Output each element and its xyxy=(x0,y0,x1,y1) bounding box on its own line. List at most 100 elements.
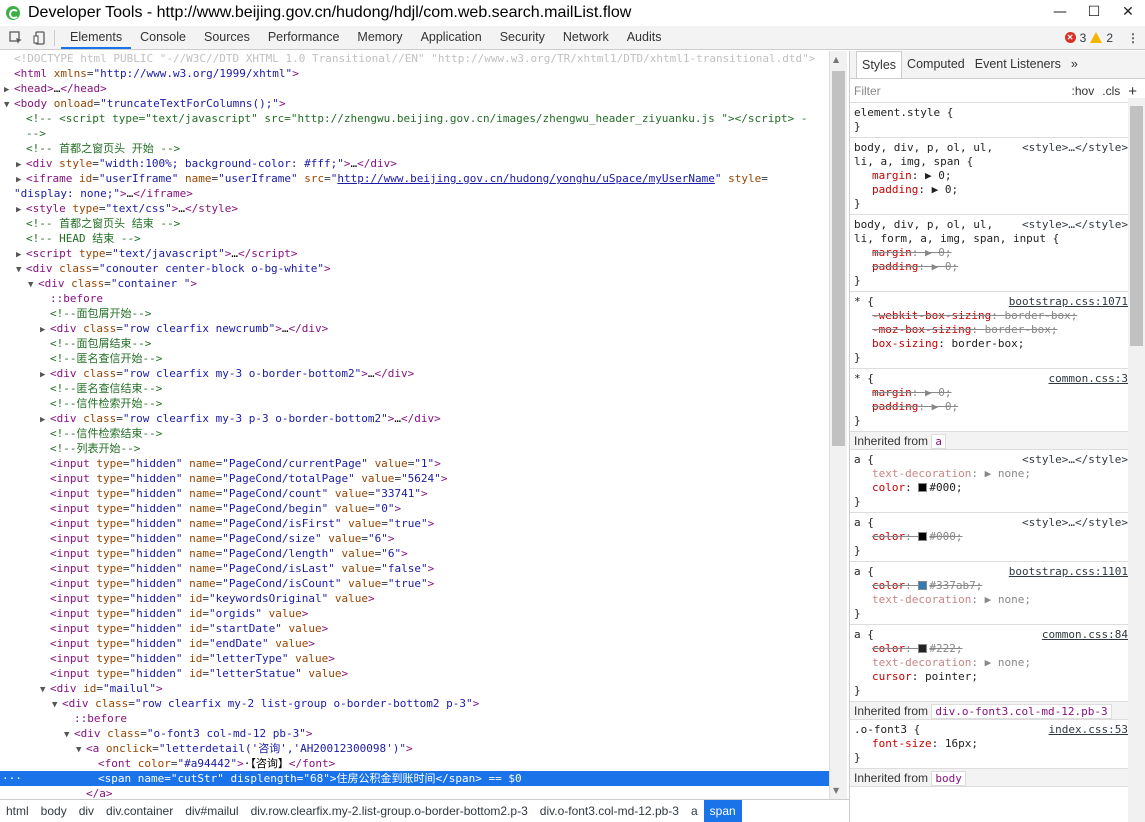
warning-icon[interactable] xyxy=(1090,32,1103,43)
dom-node[interactable]: ▼ <div class="conouter center-block o-bg-… xyxy=(0,261,829,276)
scrollbar-thumb[interactable] xyxy=(832,71,845,446)
dom-node[interactable]: <!--列表开始--> xyxy=(0,441,829,456)
style-declaration[interactable]: padding: ▶ 0; xyxy=(854,260,1124,274)
rule-source-link[interactable]: common.css:3 xyxy=(1049,372,1128,385)
dom-node[interactable]: <!--面包屑结束--> xyxy=(0,336,829,351)
dom-node[interactable]: <font color="#a94442">·【咨询】</font> xyxy=(0,756,829,771)
style-rule[interactable]: a {common.css:84 color: #222; text-decorat… xyxy=(850,625,1128,702)
tab-styles[interactable]: Styles xyxy=(856,51,903,78)
dom-node[interactable]: ::before xyxy=(0,711,829,726)
node-actions-icon[interactable]: ··· xyxy=(2,771,22,786)
breadcrumb-item[interactable]: span xyxy=(703,800,742,822)
style-declaration[interactable]: color: #000; xyxy=(854,481,1124,495)
dom-node[interactable]: <!-- 首都之窗页头 开始 --> xyxy=(0,141,829,156)
dom-node[interactable]: <!-- HEAD 结束 --> xyxy=(0,231,829,246)
dom-node[interactable]: <input type="hidden" name="PageCond/begi… xyxy=(0,501,829,516)
dom-node[interactable]: ▼ <div class="o-font3 col-md-12 pb-3"> xyxy=(0,726,829,741)
breadcrumb-item[interactable]: body xyxy=(35,800,73,822)
dom-node[interactable]: <input type="hidden" name="PageCond/isLa… xyxy=(0,561,829,576)
dom-node[interactable]: ▼ <div id="mailul"> xyxy=(0,681,829,696)
breadcrumb-item[interactable]: html xyxy=(0,800,35,822)
dom-node[interactable]: <input type="hidden" id="endDate" value> xyxy=(0,636,829,651)
dom-node[interactable]: <input type="hidden" id="letterType" val… xyxy=(0,651,829,666)
inherited-from-link[interactable]: a xyxy=(931,434,946,449)
dom-node[interactable]: ▶ <div class="row clearfix my-3 p-3 o-bor… xyxy=(0,411,829,426)
dom-node[interactable]: "display: none;">…</iframe> xyxy=(0,186,829,201)
style-rule[interactable]: a {bootstrap.css:1101 color: #337ab7; text… xyxy=(850,562,1128,625)
style-declaration[interactable]: -webkit-box-sizing: border-box; xyxy=(854,309,1124,323)
style-declaration[interactable]: -moz-box-sizing: border-box; xyxy=(854,323,1124,337)
rule-source-link[interactable]: common.css:84 xyxy=(1042,628,1128,641)
dom-node[interactable]: <input type="hidden" id="keywordsOrigina… xyxy=(0,591,829,606)
breadcrumb-item[interactable]: a xyxy=(685,800,704,822)
style-declaration[interactable]: font-size: 16px; xyxy=(854,737,1124,751)
dom-node[interactable]: <input type="hidden" name="PageCond/tota… xyxy=(0,471,829,486)
dom-node[interactable]: <input type="hidden" name="PageCond/coun… xyxy=(0,486,829,501)
tab-sources[interactable]: Sources xyxy=(195,26,259,49)
tab-application[interactable]: Application xyxy=(412,26,491,49)
tab-console[interactable]: Console xyxy=(131,26,195,49)
style-rule[interactable]: .o-font3 {index.css:53 font-size: 16px;} xyxy=(850,720,1128,769)
inherited-from-link[interactable]: body xyxy=(931,771,966,786)
dom-node[interactable]: <input type="hidden" name="PageCond/leng… xyxy=(0,546,829,561)
style-declaration[interactable]: color: #222; xyxy=(854,642,1124,656)
dom-node[interactable]: ▶ <iframe id="userIframe" name="userIfram… xyxy=(0,171,829,186)
rule-source-link[interactable]: <style>…</style> xyxy=(1022,218,1128,231)
style-declaration[interactable]: text-decoration: ▶ none; xyxy=(854,656,1124,670)
dom-node[interactable]: <input type="hidden" id="letterStatue" v… xyxy=(0,666,829,681)
dom-node[interactable]: ▶ <script type="text/javascript">…</scrip… xyxy=(0,246,829,261)
dom-node[interactable]: ▼ <a onclick="letterdetail('咨询','AH200123… xyxy=(0,741,829,756)
warning-count[interactable]: 2 xyxy=(1106,31,1113,45)
dom-node[interactable]: <input type="hidden" name="PageCond/isFi… xyxy=(0,516,829,531)
device-toolbar-icon[interactable] xyxy=(32,30,48,46)
style-declaration[interactable]: padding: ▶ 0; xyxy=(854,183,1124,197)
style-declaration[interactable]: cursor: pointer; xyxy=(854,670,1124,684)
dom-node[interactable]: <!-- 首都之窗页头 结束 --> xyxy=(0,216,829,231)
breadcrumb-item[interactable]: div xyxy=(73,800,100,822)
dom-node[interactable]: <input type="hidden" name="PageCond/curr… xyxy=(0,456,829,471)
style-declaration[interactable]: text-decoration: ▶ none; xyxy=(854,593,1124,607)
minimize-button[interactable]: — xyxy=(1043,0,1077,24)
style-declaration[interactable]: padding: ▶ 0; xyxy=(854,400,1124,414)
dom-node[interactable]: <!DOCTYPE html PUBLIC "-//W3C//DTD XHTML… xyxy=(0,51,829,66)
rule-source-link[interactable]: <style>…</style> xyxy=(1022,516,1128,529)
color-swatch[interactable] xyxy=(918,581,928,590)
scroll-down-icon[interactable]: ▼ xyxy=(833,786,839,795)
style-rule[interactable]: body, div, p, ol, ul, li, a, img, span {<… xyxy=(850,138,1128,215)
dom-node[interactable]: ▶ <div class="row clearfix newcrumb">…</d… xyxy=(0,321,829,336)
dom-node[interactable]: ▼ <div class="container "> xyxy=(0,276,829,291)
breadcrumb-item[interactable]: div.container xyxy=(100,800,179,822)
tab-memory[interactable]: Memory xyxy=(348,26,411,49)
rule-source-link[interactable]: index.css:53 xyxy=(1049,723,1128,736)
dom-node[interactable]: <!--信件检索结束--> xyxy=(0,426,829,441)
hover-state-toggle[interactable]: :hov xyxy=(1072,84,1095,98)
color-swatch[interactable] xyxy=(918,532,928,541)
dom-node[interactable]: ::before xyxy=(0,291,829,306)
dom-node[interactable]: ▼ <body onload="truncateTextForColumns();… xyxy=(0,96,829,111)
dom-node[interactable]: </a> xyxy=(0,786,829,799)
dom-node[interactable]: ▶ <style type="text/css">…</style> xyxy=(0,201,829,216)
style-rule[interactable]: element.style {} xyxy=(850,103,1128,138)
tab-computed[interactable]: Computed xyxy=(902,51,970,78)
dom-node[interactable]: <!--匿名查信开始--> xyxy=(0,351,829,366)
style-declaration[interactable]: box-sizing: border-box; xyxy=(854,337,1124,351)
elements-scrollbar[interactable]: ▲ ▼ xyxy=(829,51,847,799)
dom-node[interactable]: <html xmlns="http://www.w3.org/1999/xhtm… xyxy=(0,66,829,81)
dom-node[interactable]: <input type="hidden" name="PageCond/isCo… xyxy=(0,576,829,591)
style-declaration[interactable]: margin: ▶ 0; xyxy=(854,386,1124,400)
style-declaration[interactable]: margin: ▶ 0; xyxy=(854,169,1124,183)
style-rule[interactable]: * {common.css:3 margin: ▶ 0; padding: ▶ 0;… xyxy=(850,369,1128,432)
tab-network[interactable]: Network xyxy=(554,26,618,49)
tab-security[interactable]: Security xyxy=(491,26,554,49)
tab-elements[interactable]: Elements xyxy=(61,26,132,49)
breadcrumb-item[interactable]: div#mailul xyxy=(179,800,244,822)
dom-node[interactable]: --> xyxy=(0,126,829,141)
tab-audits[interactable]: Audits xyxy=(618,26,671,49)
dom-node[interactable]: ▶ <div class="row clearfix my-3 o-border-… xyxy=(0,366,829,381)
rule-source-link[interactable]: bootstrap.css:1071 xyxy=(1009,295,1128,308)
more-tabs-icon[interactable]: » xyxy=(1066,51,1083,78)
dom-node[interactable]: ▶ <head>…</head> xyxy=(0,81,829,96)
error-icon[interactable]: ✕ xyxy=(1064,32,1076,43)
style-declaration[interactable]: color: #337ab7; xyxy=(854,579,1124,593)
style-rule[interactable]: * {bootstrap.css:1071 -webkit-box-sizing:… xyxy=(850,292,1128,369)
